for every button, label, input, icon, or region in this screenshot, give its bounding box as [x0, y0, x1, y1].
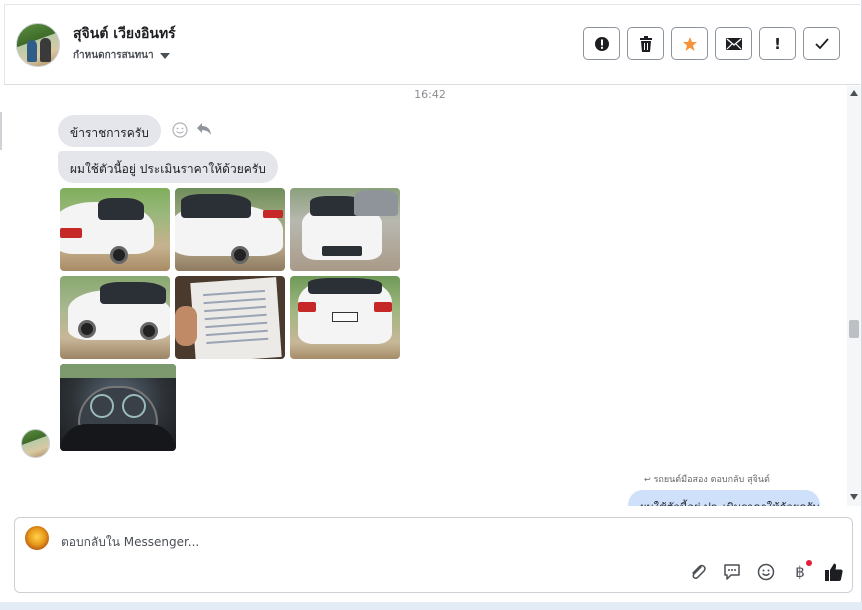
mark-unread-button[interactable] [715, 27, 752, 60]
star-icon [682, 36, 697, 51]
thread-scrollbar[interactable] [847, 86, 861, 506]
photo-attachment[interactable] [60, 364, 176, 451]
paperclip-icon [692, 564, 706, 579]
photo-attachment[interactable] [60, 188, 170, 271]
contact-name[interactable]: สุจินต์ เวียงอินทร์ [73, 23, 176, 45]
contact-avatar-small[interactable] [21, 429, 50, 458]
emoji-icon [757, 563, 775, 581]
scroll-up-arrow-icon[interactable] [850, 90, 858, 96]
photo-attachment[interactable] [60, 276, 170, 359]
emoji-button[interactable] [756, 562, 776, 582]
contact-avatar[interactable] [16, 23, 60, 67]
check-icon [814, 37, 829, 49]
page-avatar [25, 526, 49, 550]
attach-button[interactable] [688, 562, 708, 582]
photo-attachment[interactable] [175, 188, 285, 271]
saved-replies-button[interactable] [722, 562, 742, 582]
mark-spam-button[interactable] [583, 27, 620, 60]
incoming-message-1[interactable]: ข้าราชการครับ [58, 115, 161, 147]
delete-button[interactable] [627, 27, 664, 60]
incoming-message-2[interactable]: ผมใช้ตัวนี้อยู่ ประเมินราคาให้ด้วยครับ [58, 151, 278, 183]
photo-attachment[interactable] [175, 276, 285, 359]
reply-attribution: ↩ รถยนต์มือสอง ตอบกลับ สุจินต์ [644, 472, 770, 486]
conversation-schedule-dropdown[interactable]: กำหนดการสนทนา [73, 48, 170, 63]
message-timestamp: 16:42 [414, 88, 446, 101]
composer-actions: ฿ [688, 560, 844, 582]
outgoing-message[interactable]: ผมใช้ตัวนี้อยู่ ประเมินราคาให้ด้วยครับ [628, 490, 820, 506]
conversation-window: สุจินต์ เวียงอินทร์ กำหนดการสนทนา ! 16:4… [0, 0, 862, 602]
mark-done-button[interactable] [803, 27, 840, 60]
header-toolbar: ! [583, 27, 840, 60]
mail-icon [725, 37, 742, 50]
message-composer[interactable]: ตอบกลับใน Messenger... ฿ [14, 517, 853, 593]
reply-small-icon: ↩ [644, 475, 651, 484]
spam-icon [594, 36, 609, 51]
scroll-down-arrow-icon[interactable] [850, 494, 858, 500]
follow-up-button[interactable]: ! [759, 27, 796, 60]
emoji-react-icon[interactable] [172, 122, 188, 138]
reply-attribution-text: รถยนต์มือสอง ตอบกลับ สุจินต์ [653, 475, 770, 485]
bottom-strip [0, 602, 862, 610]
important-icon: ! [774, 34, 781, 53]
message-actions [172, 122, 212, 138]
caret-down-icon [159, 52, 170, 59]
star-button[interactable] [671, 27, 708, 60]
chat-bubble-icon [724, 564, 740, 580]
reply-input[interactable]: ตอบกลับใน Messenger... [61, 533, 199, 552]
trash-icon [639, 35, 652, 52]
message-thread[interactable]: 16:42 ข้าราชการครับ ผมใช้ตัวนี้อยู่ ประเ… [4, 86, 846, 506]
baht-icon: ฿ [795, 563, 805, 581]
conversation-header: สุจินต์ เวียงอินทร์ กำหนดการสนทนา ! [4, 4, 862, 85]
reply-icon[interactable] [196, 122, 212, 136]
photo-attachment[interactable] [290, 188, 400, 271]
payment-button[interactable]: ฿ [790, 560, 812, 582]
scroll-thumb[interactable] [849, 320, 859, 338]
photo-attachment[interactable] [290, 276, 400, 359]
thumbs-up-icon [825, 563, 843, 581]
schedule-label: กำหนดการสนทนา [73, 50, 154, 61]
left-edge-marker [0, 112, 2, 150]
notification-dot [806, 560, 812, 566]
like-button[interactable] [824, 562, 844, 582]
